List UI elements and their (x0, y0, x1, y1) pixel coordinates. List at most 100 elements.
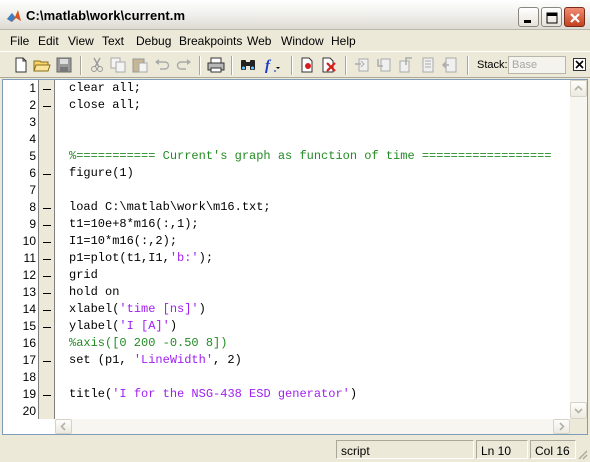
executable-line-marker[interactable] (43, 310, 51, 311)
code-token: set (p1, (69, 353, 134, 367)
stack-dropdown[interactable]: Base (508, 56, 566, 74)
close-toolbar-icon[interactable] (573, 58, 586, 71)
line-number: 4 (29, 132, 36, 146)
continue-icon[interactable] (419, 56, 437, 74)
comment-text: %=========== Current's graph as function… (69, 149, 552, 163)
save-icon[interactable] (55, 56, 73, 74)
line-number: 11 (23, 251, 36, 265)
code-text: t1=10e+8*m16(:,1); (69, 217, 199, 231)
executable-line-marker[interactable] (43, 327, 51, 328)
status-mode: script (336, 440, 474, 459)
vertical-scrollbar[interactable] (570, 80, 587, 419)
close-button[interactable] (564, 7, 585, 27)
redo-icon[interactable] (175, 56, 193, 74)
executable-line-marker[interactable] (43, 208, 51, 209)
menu-web[interactable]: Web (247, 34, 271, 48)
code-text: figure(1) (69, 166, 134, 180)
set-breakpoint-icon[interactable] (299, 56, 317, 74)
scroll-right-button[interactable] (553, 419, 570, 434)
string-literal: 'I for the NSG-438 ESD generator' (112, 387, 350, 401)
title-bar: C:\matlab\work\current.m (0, 0, 590, 30)
code-line[interactable]: close all; (69, 98, 141, 112)
code-text: close all; (69, 98, 142, 112)
exit-debug-icon[interactable] (441, 56, 459, 74)
code-line[interactable]: title('I for the NSG-438 ESD generator') (69, 387, 357, 401)
close-icon (570, 13, 580, 23)
undo-icon[interactable] (153, 56, 171, 74)
maximize-button[interactable] (541, 7, 562, 27)
scrollbar-corner (570, 419, 587, 434)
code-text: I1=10*m16(:,2); (69, 234, 178, 248)
line-number: 18 (22, 370, 36, 384)
resize-grip-icon[interactable] (576, 448, 588, 460)
code-line[interactable]: I1=10*m16(:,2); (69, 234, 177, 248)
code-line[interactable]: figure(1) (69, 166, 134, 180)
chevron-down-icon (574, 408, 583, 414)
code-line[interactable]: load C:\matlab\work\m16.txt; (69, 200, 271, 214)
cut-icon[interactable] (88, 56, 106, 74)
step-icon[interactable] (353, 56, 371, 74)
executable-line-marker[interactable] (43, 106, 51, 107)
toolbar-separator (467, 56, 469, 75)
breakpoint-column[interactable] (39, 80, 55, 419)
code-line[interactable]: clear all; (69, 81, 141, 95)
line-number: 13 (22, 285, 36, 299)
code-line[interactable]: xlabel('time [ns]') (69, 302, 206, 316)
code-line[interactable]: set (p1, 'LineWidth', 2) (69, 353, 242, 367)
copy-icon[interactable] (109, 56, 127, 74)
code-line[interactable]: p1=plot(t1,I1,'b:'); (69, 251, 213, 265)
step-in-icon[interactable] (375, 56, 393, 74)
executable-line-marker[interactable] (43, 89, 51, 90)
code-token: xlabel( (69, 302, 120, 316)
executable-line-marker[interactable] (43, 395, 51, 396)
code-token: , 2) (213, 353, 242, 367)
new-file-icon[interactable] (12, 56, 30, 74)
menu-help[interactable]: Help (331, 34, 356, 48)
menu-file[interactable]: File (10, 34, 29, 48)
menu-edit[interactable]: Edit (38, 34, 59, 48)
string-literal: 'LineWidth' (133, 353, 214, 367)
step-out-icon[interactable] (397, 56, 415, 74)
stack-label: Stack: (477, 59, 508, 71)
executable-line-marker[interactable] (43, 174, 51, 175)
code-token: p1=plot(t1,I1, (69, 251, 170, 265)
string-literal: 'time [ns]' (119, 302, 199, 316)
find-icon[interactable] (239, 56, 257, 74)
code-editor[interactable]: 1 2 3 4 5 6 7 8 9 10 11 12 13 14 15 16 17 18 19 20 clear al… (2, 79, 588, 435)
executable-line-marker[interactable] (43, 225, 51, 226)
clear-breakpoints-icon[interactable] (320, 56, 338, 74)
line-number: 9 (29, 217, 36, 231)
paste-icon[interactable] (131, 56, 149, 74)
horizontal-scrollbar[interactable] (55, 419, 570, 434)
menu-debug[interactable]: Debug (136, 34, 171, 48)
string-literal: 'b:' (169, 251, 199, 265)
print-icon[interactable] (207, 56, 225, 74)
minimize-button[interactable] (518, 7, 539, 27)
line-number: 16 (22, 336, 36, 350)
code-line[interactable]: hold on (69, 285, 119, 299)
menu-breakpoints[interactable]: Breakpoints (179, 34, 242, 48)
scroll-left-button[interactable] (55, 419, 72, 434)
function-icon[interactable]: f (263, 56, 281, 74)
status-col-text: Col 16 (535, 444, 570, 458)
menu-window[interactable]: Window (281, 34, 324, 48)
executable-line-marker[interactable] (43, 361, 51, 362)
code-line[interactable]: %=========== Current's graph as function… (69, 149, 551, 163)
executable-line-marker[interactable] (43, 293, 51, 294)
open-folder-icon[interactable] (33, 56, 51, 74)
executable-line-marker[interactable] (43, 276, 51, 277)
scroll-up-button[interactable] (570, 80, 587, 97)
scroll-down-button[interactable] (570, 402, 587, 419)
executable-line-marker[interactable] (43, 242, 51, 243)
line-number: 17 (22, 353, 36, 367)
menu-view[interactable]: View (68, 34, 94, 48)
menu-text[interactable]: Text (102, 34, 124, 48)
matlab-logo-icon (7, 10, 21, 22)
code-line[interactable]: grid (69, 268, 98, 282)
code-line[interactable]: ylabel('I [A]') (69, 319, 177, 333)
toolbar-separator (345, 56, 347, 75)
toolbar-separator (199, 56, 201, 75)
code-line[interactable]: t1=10e+8*m16(:,1); (69, 217, 199, 231)
executable-line-marker[interactable] (43, 259, 51, 260)
code-line[interactable]: %axis([0 200 -0.50 8]) (69, 336, 227, 350)
